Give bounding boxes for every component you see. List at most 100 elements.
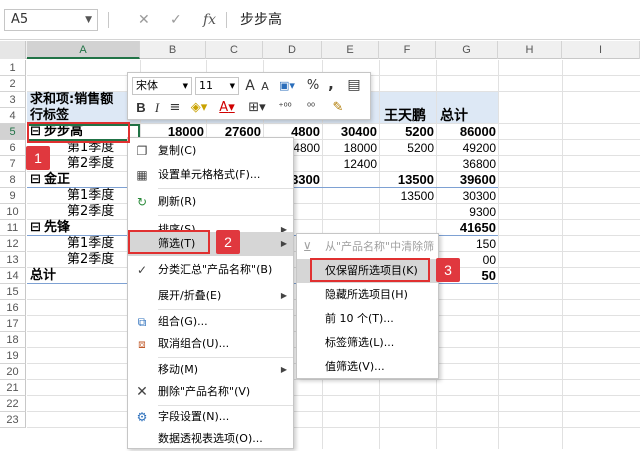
menu-item-expand-collapse[interactable]: 展开/折叠(E) ▶ bbox=[128, 284, 293, 308]
shrink-font-icon[interactable]: A bbox=[259, 78, 271, 96]
cell-value[interactable]: 13500 bbox=[379, 188, 434, 204]
format-painter-icon[interactable]: ✎ bbox=[328, 99, 348, 117]
column-header-f[interactable]: F bbox=[379, 41, 436, 59]
row-header[interactable]: 19 bbox=[0, 348, 26, 364]
menu-item-delete[interactable]: ✕ 删除"产品名称"(V) bbox=[128, 380, 293, 404]
percent-style-icon[interactable]: % bbox=[305, 77, 321, 95]
cell-value[interactable]: 9300 bbox=[436, 204, 496, 220]
grow-font-icon[interactable]: A bbox=[243, 77, 257, 95]
cell-value[interactable]: 30300 bbox=[436, 188, 496, 204]
row-header[interactable]: 16 bbox=[0, 300, 26, 316]
cell-value[interactable]: 5200 bbox=[379, 140, 434, 156]
font-size-dropdown[interactable]: 11 ▼ bbox=[195, 77, 239, 95]
pivot-column-header[interactable]: 总计 bbox=[440, 108, 468, 124]
cell-value[interactable]: 13500 bbox=[379, 172, 434, 188]
pivot-value-field-label[interactable]: 求和项:销售额 bbox=[30, 92, 113, 108]
row-header[interactable]: 11 bbox=[0, 220, 26, 236]
pivot-row-label[interactable]: 第1季度 bbox=[67, 236, 114, 252]
row-header[interactable]: 22 bbox=[0, 396, 26, 412]
pivot-row-label[interactable]: 第1季度 bbox=[67, 188, 114, 204]
cell-value[interactable]: 30400 bbox=[322, 124, 377, 140]
select-all-corner[interactable] bbox=[0, 41, 26, 59]
pivot-row-label[interactable]: 金正 bbox=[44, 172, 70, 188]
pivot-row-label[interactable]: 先锋 bbox=[44, 220, 70, 236]
row-header[interactable]: 4 bbox=[0, 108, 26, 124]
column-header-i[interactable]: I bbox=[562, 41, 640, 59]
cell-value[interactable]: 36800 bbox=[436, 156, 496, 172]
row-header[interactable]: 13 bbox=[0, 252, 26, 268]
row-header[interactable]: 5 bbox=[0, 124, 26, 140]
column-header-g[interactable]: G bbox=[436, 41, 498, 59]
column-header-e[interactable]: E bbox=[322, 41, 379, 59]
pivot-row-label[interactable]: 第2季度 bbox=[67, 252, 114, 268]
row-header[interactable]: 6 bbox=[0, 140, 26, 156]
format-table-icon[interactable]: ▤ bbox=[344, 76, 364, 94]
submenu-item-hide-selected[interactable]: 隐藏所选项目(H) bbox=[297, 283, 438, 307]
row-header[interactable]: 15 bbox=[0, 284, 26, 300]
comma-style-icon[interactable]: , bbox=[325, 75, 337, 93]
menu-item-refresh[interactable]: ↻ 刷新(R) bbox=[128, 190, 293, 214]
fx-icon[interactable]: fx bbox=[203, 10, 216, 30]
row-header[interactable]: 10 bbox=[0, 204, 26, 220]
check-icon[interactable]: ✓ bbox=[170, 10, 182, 30]
bold-icon[interactable]: B bbox=[134, 99, 148, 117]
decrease-decimal-icon[interactable]: ⁰⁰ bbox=[300, 99, 322, 117]
formula-input[interactable]: 步步高 bbox=[230, 9, 636, 31]
submenu-item-value-filter[interactable]: 值筛选(V)... bbox=[297, 355, 438, 379]
close-icon[interactable]: ✕ bbox=[138, 10, 150, 30]
row-header[interactable]: 23 bbox=[0, 412, 26, 428]
grand-total-label[interactable]: 总计 bbox=[30, 268, 56, 284]
column-header-h[interactable]: H bbox=[498, 41, 562, 59]
row-header[interactable]: 18 bbox=[0, 332, 26, 348]
pivot-row-label[interactable]: 第2季度 bbox=[67, 156, 114, 172]
row-header[interactable]: 3 bbox=[0, 92, 26, 108]
row-header[interactable]: 14 bbox=[0, 268, 26, 284]
column-header-b[interactable]: B bbox=[140, 41, 206, 59]
menu-item-group[interactable]: ⧉ 组合(G)... bbox=[128, 310, 293, 334]
row-header[interactable]: 20 bbox=[0, 364, 26, 380]
menu-item-field-settings[interactable]: ⚙ 字段设置(N)... bbox=[128, 405, 293, 429]
cell-value[interactable]: 5200 bbox=[379, 124, 434, 140]
menu-item-ungroup[interactable]: ⧈ 取消组合(U)... bbox=[128, 332, 293, 356]
align-center-icon[interactable]: ≡ bbox=[168, 99, 182, 117]
cell-value[interactable]: 86000 bbox=[436, 124, 496, 140]
submenu-item-top-10[interactable]: 前 10 个(T)... bbox=[297, 307, 438, 331]
menu-item-format-cells[interactable]: ▦ 设置单元格格式(F)... bbox=[128, 163, 293, 187]
font-name-dropdown[interactable]: 宋体 ▼ bbox=[132, 77, 192, 95]
column-header-d[interactable]: D bbox=[263, 41, 322, 59]
submenu-item-label-filter[interactable]: 标签筛选(L)... bbox=[297, 331, 438, 355]
collapse-toggle-icon[interactable]: ⊟ bbox=[30, 220, 41, 236]
fill-color-icon[interactable]: ◈▾ bbox=[188, 99, 210, 117]
cell-value[interactable]: 39600 bbox=[436, 172, 496, 188]
submenu-item-clear-filter[interactable]: ⊻ 从"产品名称"中清除筛选(C) bbox=[297, 235, 438, 277]
cell-value[interactable]: 41650 bbox=[436, 220, 496, 236]
collapse-toggle-icon[interactable]: ⊟ bbox=[30, 172, 41, 188]
row-header[interactable]: 21 bbox=[0, 380, 26, 396]
column-header-c[interactable]: C bbox=[206, 41, 263, 59]
row-header[interactable]: 9 bbox=[0, 188, 26, 204]
cell-value[interactable]: 150 bbox=[436, 236, 496, 252]
menu-item-move[interactable]: 移动(M) ▶ bbox=[128, 358, 293, 382]
menu-item-subtotal[interactable]: ✓ 分类汇总"产品名称"(B) bbox=[128, 258, 293, 282]
row-header[interactable]: 12 bbox=[0, 236, 26, 252]
menu-item-copy[interactable]: ❐ 复制(C) bbox=[128, 139, 293, 163]
cell-value[interactable]: 49200 bbox=[436, 140, 496, 156]
row-header[interactable]: 1 bbox=[0, 60, 26, 76]
increase-decimal-icon[interactable]: ⁺⁰⁰ bbox=[274, 99, 296, 117]
row-header[interactable]: 8 bbox=[0, 172, 26, 188]
number-format-icon[interactable]: ▣▾ bbox=[276, 77, 298, 95]
chevron-down-icon[interactable]: ▼ bbox=[85, 10, 92, 30]
borders-icon[interactable]: ⊞▾ bbox=[246, 99, 268, 117]
menu-item-pivot-options[interactable]: 数据透视表选项(O)... bbox=[128, 427, 293, 451]
row-header[interactable]: 7 bbox=[0, 156, 26, 172]
column-header-a[interactable]: A bbox=[27, 41, 140, 59]
name-box[interactable]: A5 ▼ bbox=[4, 9, 98, 31]
row-header[interactable]: 17 bbox=[0, 316, 26, 332]
pivot-row-label[interactable]: 第2季度 bbox=[67, 204, 114, 220]
italic-icon[interactable]: I bbox=[152, 99, 162, 117]
font-color-icon[interactable]: A▾ bbox=[216, 99, 238, 117]
cell-value[interactable]: 12400 bbox=[322, 156, 377, 172]
row-header[interactable]: 2 bbox=[0, 76, 26, 92]
cell-value[interactable]: 18000 bbox=[322, 140, 377, 156]
pivot-column-header[interactable]: 王天鹏 bbox=[384, 108, 426, 124]
